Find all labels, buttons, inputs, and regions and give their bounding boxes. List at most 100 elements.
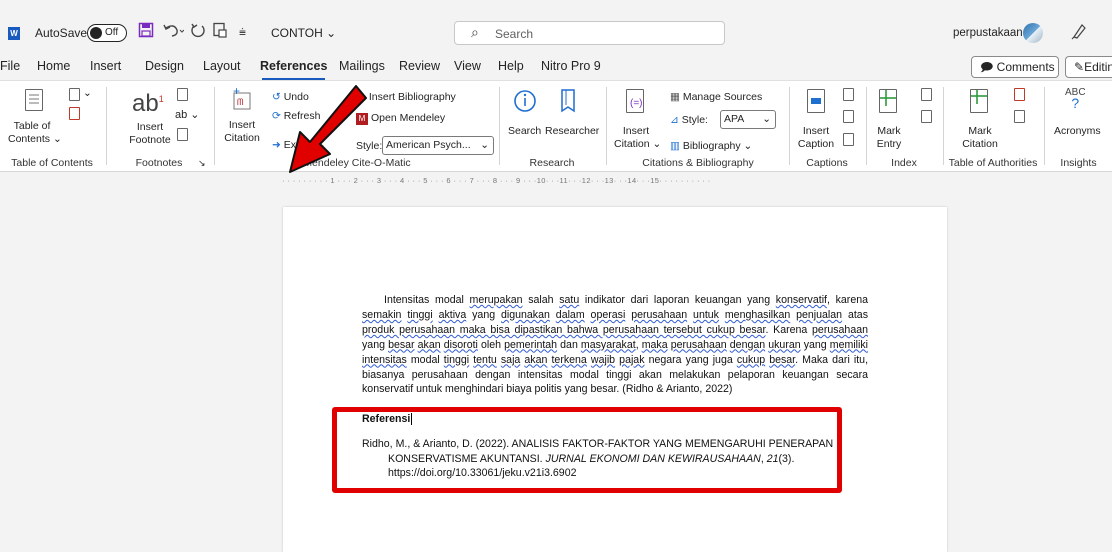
tab-design[interactable]: Design <box>145 59 184 73</box>
insert-citation-icon: (=) <box>626 89 644 113</box>
insert-footnote-icon: ab1 <box>132 90 164 117</box>
researcher-button[interactable]: Researcher <box>545 125 599 138</box>
undo-icon[interactable] <box>162 22 185 42</box>
mendeley-style-select[interactable]: American Psych... ⌄ <box>382 136 494 155</box>
insert-citation-button[interactable]: Insert Citation ⌄ <box>614 125 661 151</box>
insert-table-of-figures-icon[interactable] <box>843 88 854 101</box>
svg-text:+: + <box>233 87 240 98</box>
insert-index-icon[interactable] <box>921 88 932 101</box>
open-mendeley-button[interactable]: M Open Mendeley <box>356 112 445 125</box>
autosave-toggle[interactable]: Off <box>87 24 127 42</box>
comment-icon: 🗩 <box>980 60 997 74</box>
tab-nitro[interactable]: Nitro Pro 9 <box>541 59 601 73</box>
mark-citation-icon <box>970 89 988 113</box>
table-of-contents-icon <box>25 89 43 111</box>
group-label: Table of Contents <box>11 157 93 169</box>
show-notes-icon[interactable] <box>177 128 188 141</box>
group-label: Index <box>891 157 917 169</box>
chevron-down-icon: ⌄ <box>762 113 771 125</box>
tab-help[interactable]: Help <box>498 59 524 73</box>
menu-bar: File Home Insert Design Layout Reference… <box>0 54 1112 80</box>
bibliography-button[interactable]: ▥ Bibliography ⌄ <box>670 140 752 153</box>
horizontal-ruler[interactable]: · · · · · · · · · 1 · · · 2 · · · 3 · · … <box>282 176 948 188</box>
comments-button[interactable]: 🗩 Comments <box>971 56 1059 78</box>
tab-view[interactable]: View <box>454 59 481 73</box>
group-label: Citations & Bibliography <box>642 157 754 169</box>
red-arrow-annotation <box>289 85 367 173</box>
mendeley-insert-citation-icon: ᗰ + <box>232 84 252 114</box>
document-page[interactable]: Intensitas modal merupakan salah satu in… <box>283 207 947 552</box>
user-name[interactable]: perpustakaan <box>953 27 1023 39</box>
tab-review[interactable]: Review <box>399 59 440 73</box>
word-app-icon: W <box>8 27 20 40</box>
group-research: Search Researcher Research <box>500 83 604 171</box>
group-label: Footnotes <box>135 157 183 169</box>
svg-text:(=): (=) <box>630 98 643 109</box>
cross-reference-icon[interactable] <box>843 133 854 146</box>
search-icon: ⌕ <box>471 24 479 40</box>
insert-caption-button[interactable]: Insert Caption <box>796 125 836 151</box>
group-captions: Insert Caption Captions <box>790 83 864 171</box>
researcher-icon <box>558 87 580 118</box>
toggle-knob <box>90 27 102 39</box>
citation-style-label: ⊿ Style: <box>670 114 708 126</box>
mark-citation-button[interactable]: Mark Citation <box>958 125 1002 151</box>
save-icon[interactable] <box>138 22 154 42</box>
group-index: Mark Entry Index <box>867 83 941 171</box>
group-label: Captions <box>806 157 848 169</box>
insert-footnote-button[interactable]: Insert Footnote <box>126 121 174 147</box>
designer-pen-icon[interactable] <box>1070 22 1088 43</box>
update-index-icon[interactable] <box>921 110 932 123</box>
group-citations-bibliography: (=) Insert Citation ⌄ ▦ Manage Sources ⊿… <box>608 83 788 171</box>
group-footnotes: ab1 Insert Footnote ab ⌄ Footnotes ↘ <box>108 83 210 171</box>
tab-file[interactable]: File <box>0 59 20 73</box>
document-name[interactable]: CONTOH ⌄ <box>271 26 336 40</box>
pencil-icon: ✎ <box>1074 60 1085 74</box>
insert-bibliography-button[interactable]: ▭ Insert Bibliography <box>356 91 456 104</box>
citation-style-select[interactable]: APA ⌄ <box>720 110 776 129</box>
update-table-figures-icon[interactable] <box>843 110 854 123</box>
group-label: Insights <box>1060 157 1097 169</box>
tab-references[interactable]: References <box>260 59 327 80</box>
mendeley-insert-citation-button[interactable]: Insert Citation <box>222 119 262 145</box>
format-painter-icon[interactable] <box>212 22 228 42</box>
add-text-icon[interactable] <box>69 88 80 101</box>
group-insights: ABC ? Acronyms Insights <box>1045 83 1112 171</box>
editing-button[interactable]: ✎Editin <box>1065 56 1112 78</box>
tab-insert[interactable]: Insert <box>90 59 121 73</box>
highlight-box <box>332 407 842 493</box>
next-footnote-icon[interactable]: ab ⌄ <box>175 109 200 122</box>
group-table-of-authorities: Mark Citation Table of Authorities <box>944 83 1042 171</box>
mark-entry-icon <box>879 89 897 113</box>
tab-mailings[interactable]: Mailings <box>339 59 385 73</box>
avatar[interactable] <box>1023 23 1043 43</box>
ribbon: Table of Contents ⌄ ⌄ Table of Contents … <box>0 80 1112 172</box>
title-bar: W AutoSave Off ⩧ CONTOH ⌄ ⌕ Search perpu… <box>0 0 1112 54</box>
acronyms-icon: ABC ? <box>1065 87 1086 111</box>
update-table-authorities-icon[interactable] <box>1014 110 1025 123</box>
search-button[interactable]: Search <box>508 125 541 138</box>
search-placeholder: Search <box>495 27 534 41</box>
customize-toolbar-icon[interactable]: ⩧ <box>239 25 246 40</box>
style-icon: ⊿ <box>670 114 682 126</box>
body-paragraph[interactable]: Intensitas modal merupakan salah satu in… <box>362 293 868 397</box>
redo-icon[interactable] <box>190 22 206 42</box>
manage-sources-button[interactable]: ▦ Manage Sources <box>670 91 762 104</box>
search-box[interactable]: ⌕ Search <box>454 21 725 45</box>
toc-button[interactable]: Table of Contents ⌄ <box>8 120 62 146</box>
group-table-of-contents: Table of Contents ⌄ ⌄ Table of Contents <box>0 83 104 171</box>
tab-home[interactable]: Home <box>37 59 70 73</box>
mark-entry-button[interactable]: Mark Entry <box>869 125 909 151</box>
dialog-launcher-icon[interactable]: ↘ <box>198 157 206 170</box>
group-label: Research <box>529 157 575 169</box>
update-table-icon[interactable] <box>69 107 80 120</box>
insert-table-of-authorities-icon[interactable] <box>1014 88 1025 101</box>
insert-caption-icon <box>807 89 825 113</box>
tab-layout[interactable]: Layout <box>203 59 241 73</box>
manage-sources-icon: ▦ <box>670 91 683 103</box>
group-label: Table of Authorities <box>948 157 1038 169</box>
autosave-label: AutoSave <box>35 26 88 40</box>
chevron-down-icon: ⌄ <box>480 139 489 151</box>
acronyms-button[interactable]: Acronyms <box>1054 125 1101 138</box>
insert-endnote-icon[interactable] <box>177 88 188 101</box>
